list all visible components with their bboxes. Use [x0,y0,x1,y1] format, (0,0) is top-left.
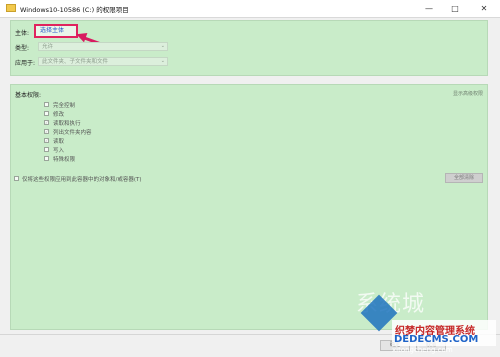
window-title: Windows10-10586 (C:) 的权限项目 [20,6,129,14]
clear-all-button[interactable]: 全部清除 [445,173,483,183]
checkbox[interactable]: ✓ [44,120,49,125]
checkbox[interactable]: ✓ [44,129,49,134]
permission-label: 修改 [53,112,65,118]
permission-label: 读取和执行 [53,121,81,127]
applies-to-label: 应用于: [15,60,36,67]
type-dropdown-value: 允许 [42,44,54,50]
maximize-button[interactable]: □ [442,0,468,17]
permission-entry-window: Windows10-10586 (C:) 的权限项目 — □ ✕ 主体: 选择主… [0,0,500,357]
applies-to-dropdown-value: 此文件夹、子文件夹和文件 [42,59,109,65]
watermark-line2: DEDECMS.COM [394,334,479,345]
basic-permissions-title: 基本权限: [15,92,42,99]
watermark-site: xitongcheng.com [392,346,453,354]
apply-only-label: 仅将这些权限应用到此容器中的对象和/或容器(T) [22,177,142,183]
principal-label: 主体: [15,30,30,37]
checkbox[interactable] [44,156,49,161]
folder-icon [6,4,16,12]
applies-to-dropdown[interactable]: 此文件夹、子文件夹和文件 ⌄ [38,57,168,66]
select-principal-link[interactable]: 选择主体 [34,24,78,38]
permission-label: 完全控制 [53,103,76,109]
permission-label: 列出文件夹内容 [53,130,92,136]
chevron-down-icon: ⌄ [160,58,165,64]
title-bar: Windows10-10586 (C:) 的权限项目 — □ ✕ [0,0,500,18]
checkbox[interactable] [44,102,49,107]
annotation-arrow-head [74,29,88,43]
permission-label: 特殊权限 [53,157,76,163]
checkbox[interactable] [44,147,49,152]
permission-label: 读取 [53,139,65,145]
checkbox[interactable] [44,111,49,116]
principal-panel: 主体: 选择主体 类型: 允许 ⌄ 应用于: 此文件夹、子文件夹和文件 ⌄ [10,20,488,76]
show-advanced-permissions-link[interactable]: 显示高级权限 [453,90,483,97]
type-dropdown[interactable]: 允许 ⌄ [38,42,168,51]
minimize-button[interactable]: — [416,0,442,17]
permission-label: 写入 [53,148,65,154]
checkbox[interactable] [14,176,19,181]
chevron-down-icon: ⌄ [160,43,165,49]
close-button[interactable]: ✕ [468,0,500,17]
checkbox[interactable]: ✓ [44,138,49,143]
type-label: 类型: [15,45,30,52]
